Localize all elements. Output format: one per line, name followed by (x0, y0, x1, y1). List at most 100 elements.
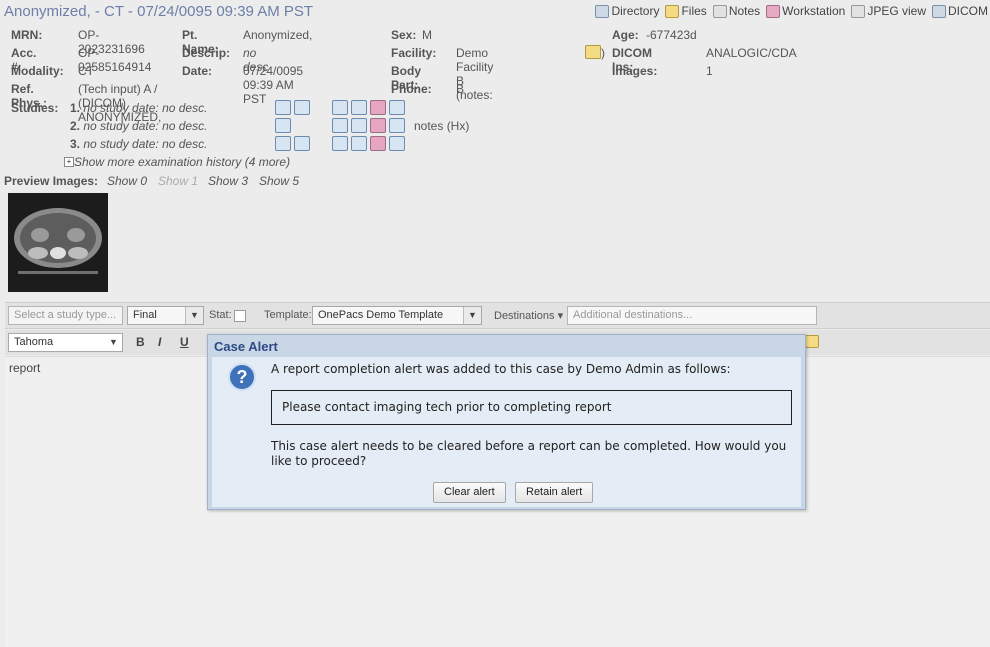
report-toolbar: Select a study type... Final ▼ Stat: Tem… (5, 302, 990, 329)
compare-icon[interactable] (294, 136, 310, 151)
folder-icon (665, 4, 680, 18)
workstation-icon (766, 4, 781, 18)
italic-button[interactable]: I (158, 335, 161, 349)
view-icon[interactable] (351, 136, 367, 151)
workstation-icon[interactable] (370, 100, 386, 115)
workstation-icon[interactable] (370, 118, 386, 133)
jpeg-view-icon[interactable] (332, 136, 348, 151)
report-text: report (9, 361, 41, 375)
sex-label: Sex: (391, 28, 417, 42)
alert-message: A report completion alert was added to t… (271, 362, 731, 376)
preview-images-row: Preview Images: Show 0 Show 1 Show 3 Sho… (4, 174, 299, 188)
show-more-history-link[interactable]: Show more examination history (4 more) (74, 155, 290, 169)
study-number: 3. (70, 137, 81, 151)
nav-jpeg-label: JPEG view (867, 4, 926, 18)
download-icon[interactable] (389, 100, 405, 115)
destinations-label: Destinations (494, 310, 555, 322)
nav-workstation-label: Workstation (782, 4, 846, 18)
view-icon[interactable] (351, 118, 367, 133)
chevron-down-icon: ▼ (109, 337, 118, 347)
nav-files-label: Files (681, 4, 707, 18)
nav-workstation[interactable]: Workstation (766, 4, 845, 18)
report-icon[interactable] (275, 118, 291, 133)
chevron-down-icon: ▼ (185, 307, 203, 324)
nav-directory[interactable]: Directory (595, 4, 659, 18)
preview-show-5[interactable]: Show 5 (259, 174, 299, 188)
caret-down-icon: ▾ (557, 310, 564, 322)
dicom-icon (932, 4, 946, 18)
bold-button[interactable]: B (136, 335, 145, 349)
study-text: no study date: no desc. (83, 137, 208, 151)
jpeg-icon (851, 4, 866, 18)
compare-icon[interactable] (294, 100, 310, 115)
study-icons-row (275, 118, 405, 133)
notes-icon (712, 4, 727, 18)
study-row[interactable]: 3. no study date: no desc. (70, 137, 207, 151)
retain-alert-button[interactable]: Retain alert (515, 482, 594, 503)
additional-destinations-input[interactable]: Additional destinations... (567, 306, 817, 325)
study-number: 1. (70, 101, 81, 115)
facility-notes-icon[interactable] (585, 45, 601, 59)
nav-notes[interactable]: Notes (712, 4, 761, 18)
dicom-ins-value: ANALOGIC/CDA (706, 46, 797, 60)
destinations-menu[interactable]: Destinations ▾ (494, 309, 563, 322)
download-icon[interactable] (389, 118, 405, 133)
notes-icon[interactable] (805, 335, 819, 348)
case-alert-dialog: Case Alert ? A report completion alert w… (207, 334, 806, 510)
study-type-select[interactable]: Select a study type... (8, 306, 123, 325)
clear-alert-button[interactable]: Clear alert (433, 482, 506, 503)
nav-directory-label: Directory (611, 4, 660, 18)
age-label: Age: (612, 28, 639, 42)
question-icon: ? (228, 363, 256, 391)
report-icon[interactable] (275, 100, 291, 115)
status-select[interactable]: Final ▼ (127, 306, 204, 325)
modality-label: Modality: (11, 64, 64, 78)
template-select[interactable]: OnePacs Demo Template ▼ (312, 306, 482, 325)
ct-preview-thumbnail[interactable] (8, 193, 108, 292)
pt-name-value: Anonymized, (243, 28, 313, 42)
font-select[interactable]: Tahoma ▼ (8, 333, 123, 352)
ct-image (8, 193, 108, 292)
preview-images-label: Preview Images: (4, 174, 99, 188)
report-icon[interactable] (275, 136, 291, 151)
study-icons-row (275, 100, 405, 115)
jpeg-view-icon[interactable] (332, 100, 348, 115)
nav-notes-label: Notes (728, 4, 761, 18)
preview-show-1[interactable]: Show 1 (158, 174, 198, 188)
phone-label: Phone: (391, 82, 432, 96)
descrip-label: Descrip: (182, 46, 231, 60)
chevron-down-icon: ▼ (463, 307, 481, 324)
study-text: no study date: no desc. (83, 101, 208, 115)
modality-value: CT (78, 64, 94, 78)
view-icon[interactable] (351, 100, 367, 115)
dialog-title: Case Alert (214, 339, 278, 354)
study-row[interactable]: 2. no study date: no desc. (70, 119, 207, 133)
phone-value: B (456, 82, 465, 96)
nav-jpeg-view[interactable]: JPEG view (851, 4, 926, 18)
expand-icon[interactable]: + (64, 157, 74, 167)
facility-close-paren: ) (601, 46, 605, 60)
nav-dicom[interactable]: DICOM (932, 4, 988, 18)
study-text: no study date: no desc. (83, 119, 208, 133)
preview-show-3[interactable]: Show 3 (208, 174, 248, 188)
template-label: Template: (264, 309, 312, 321)
template-value: OnePacs Demo Template (318, 309, 444, 321)
directory-icon (595, 4, 610, 18)
jpeg-view-icon[interactable] (332, 118, 348, 133)
workstation-icon[interactable] (370, 136, 386, 151)
top-navigation: Directory Files Notes Workstation JPEG v… (595, 4, 988, 18)
download-icon[interactable] (389, 136, 405, 151)
page-title: Anonymized, - CT - 07/24/0095 09:39 AM P… (4, 3, 314, 20)
facility-label: Facility: (391, 46, 437, 60)
nav-dicom-label: DICOM (948, 4, 988, 18)
study-row[interactable]: 1. no study date: no desc. (70, 101, 207, 115)
nav-files[interactable]: Files (665, 4, 707, 18)
alert-text-box: Please contact imaging tech prior to com… (271, 390, 792, 425)
underline-button[interactable]: U (180, 335, 189, 349)
studies-label: Studies: (11, 101, 59, 115)
status-value: Final (133, 309, 157, 321)
preview-show-0[interactable]: Show 0 (107, 174, 147, 188)
study-notes-link[interactable]: notes (Hx) (414, 119, 469, 133)
study-number: 2. (70, 119, 81, 133)
stat-checkbox[interactable] (234, 310, 246, 322)
